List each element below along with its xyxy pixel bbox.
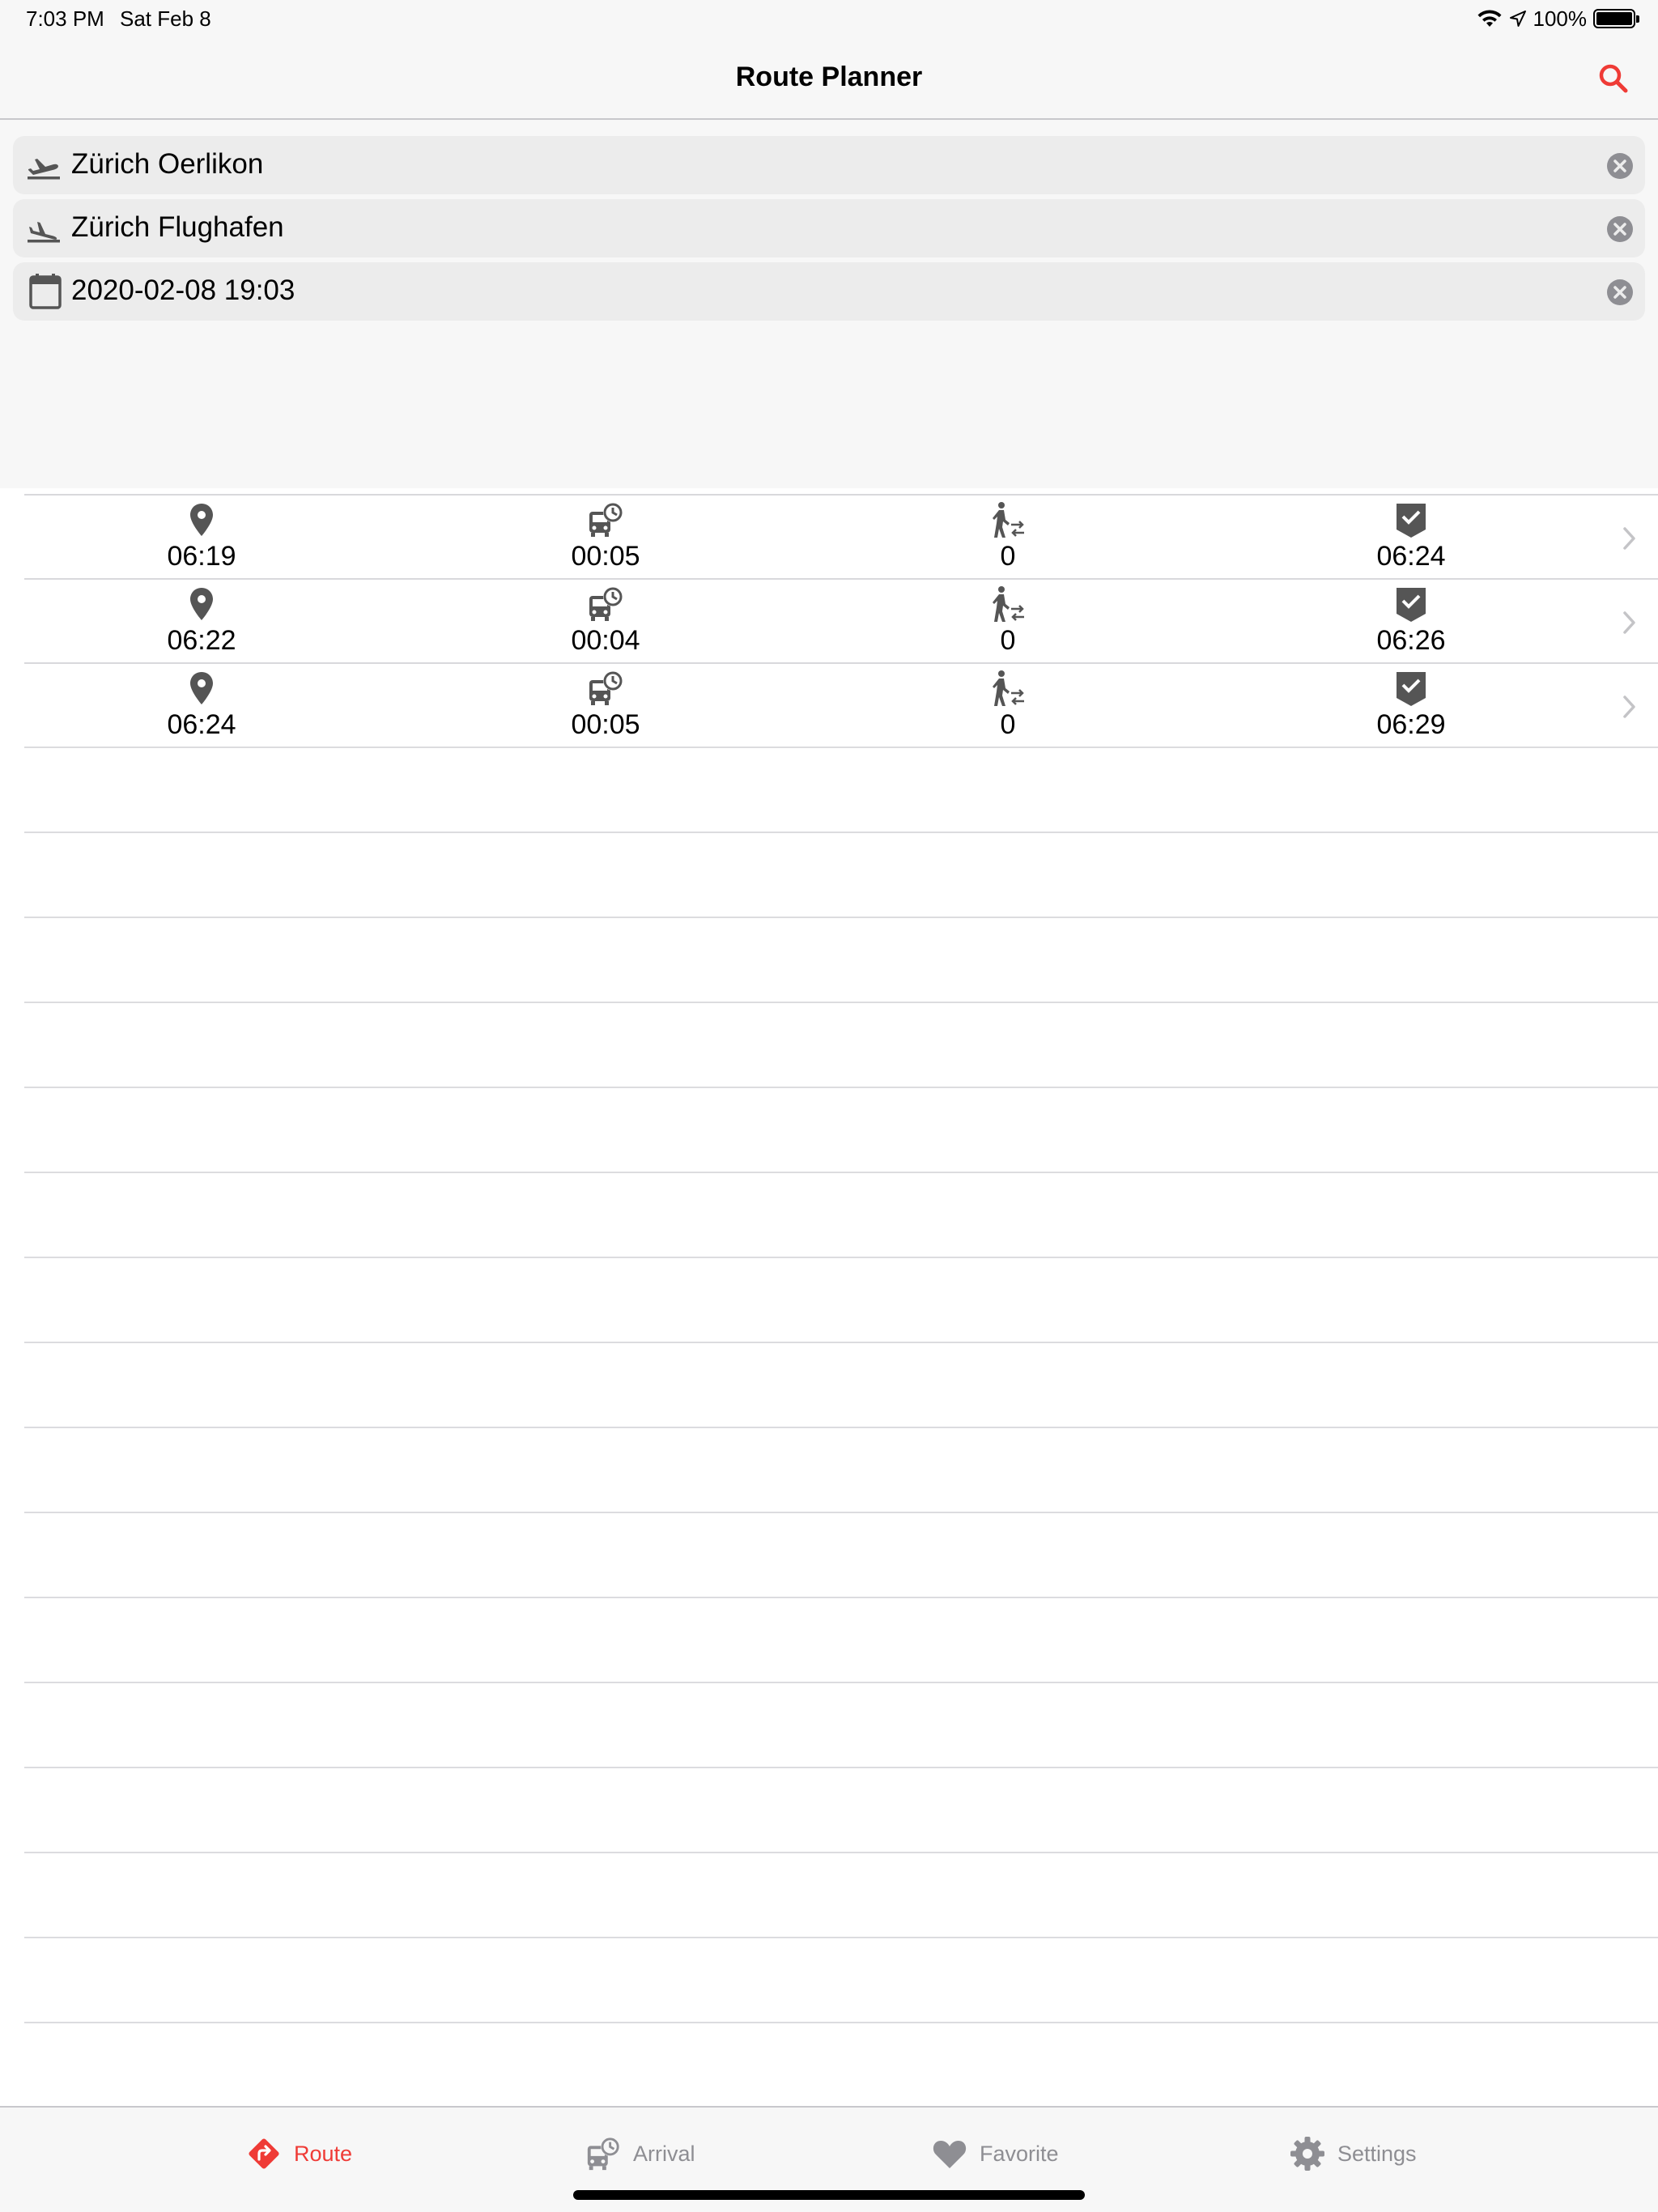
search-panel: Zürich Oerlikon Zürich Flughafen 2020-02… [0,120,1658,488]
battery-icon [1593,9,1639,28]
empty-row [24,1682,1658,1766]
empty-row [24,1937,1658,2021]
battery-percent: 100% [1533,6,1588,31]
bus-clock-icon [589,503,623,537]
departure-time: 06:22 [167,625,236,656]
empty-row [24,2022,1658,2106]
tab-favorite-label: Favorite [980,2141,1059,2166]
datetime-field[interactable]: 2020-02-08 19:03 [13,262,1645,321]
trip-duration: 00:05 [571,709,640,740]
empty-row [24,832,1658,916]
flight-takeoff-icon [28,159,60,180]
empty-row [24,1427,1658,1511]
empty-row [24,747,1658,831]
empty-row [24,917,1658,1001]
trip-duration: 00:05 [571,541,640,572]
tab-favorite[interactable]: Favorite [931,2133,1059,2174]
status-time: 7:03 PM [26,6,104,31]
transfer-count: 0 [1000,541,1016,572]
arrival-time: 06:24 [1376,541,1446,572]
arrival-time: 06:26 [1376,625,1446,656]
clear-datetime-icon[interactable] [1606,279,1634,306]
transfers-cell: 0 [911,500,1105,572]
tab-arrival[interactable]: Arrival [585,2133,695,2174]
duration-cell: 00:05 [508,500,703,572]
chevron-right-icon [1623,696,1635,718]
status-bar: 7:03 PM Sat Feb 8 100% [0,0,1658,39]
arrival-check-icon [1397,672,1426,706]
arrival-cell: 06:24 [1314,500,1508,572]
connection-row[interactable]: 06:22 00:04 0 06:26 [24,578,1658,662]
navigation-bar: Route Planner [0,39,1658,120]
map-pin-icon [190,672,213,704]
bus-clock-icon [589,671,623,705]
empty-row [24,1852,1658,1936]
departure-cell: 06:19 [104,500,299,572]
tab-settings-label: Settings [1337,2141,1417,2166]
departure-cell: 06:24 [104,669,299,741]
duration-cell: 00:05 [508,669,703,741]
tab-route[interactable]: Route [245,2133,352,2174]
heart-icon [933,2141,967,2168]
tab-arrival-label: Arrival [633,2141,695,2166]
wifi-icon [1477,10,1501,27]
bus-clock-icon [589,587,623,621]
departure-time: 06:19 [167,541,236,572]
tab-settings[interactable]: Settings [1289,2133,1417,2174]
empty-row [24,1512,1658,1596]
arrival-cell: 06:29 [1314,669,1508,741]
transfers-cell: 0 [911,669,1105,741]
gear-icon [1290,2137,1324,2171]
transfer-walk-icon [993,670,1024,706]
home-indicator [573,2190,1085,2200]
status-date: Sat Feb 8 [120,6,211,31]
calendar-icon [29,274,62,309]
departure-time: 06:24 [167,709,236,740]
duration-cell: 00:04 [508,585,703,657]
map-pin-icon [190,504,213,536]
tab-route-label: Route [294,2141,353,2166]
flight-landing-icon [28,222,60,243]
transfer-count: 0 [1000,709,1016,740]
arrival-check-icon [1397,588,1426,622]
arrival-cell: 06:26 [1314,585,1508,657]
arrival-time: 06:29 [1376,709,1446,740]
chevron-right-icon [1623,611,1635,634]
connection-row[interactable]: 06:24 00:05 0 06:29 [24,662,1658,747]
bus-clock-icon [587,2137,620,2171]
from-field[interactable]: Zürich Oerlikon [13,136,1645,194]
from-field-value: Zürich Oerlikon [71,148,264,180]
empty-row [24,1087,1658,1171]
transfer-walk-icon [993,502,1024,538]
empty-row [24,1342,1658,1426]
to-field-value: Zürich Flughafen [71,211,284,243]
connection-row[interactable]: 06:19 00:05 0 06:24 [24,494,1658,578]
empty-row [24,1597,1658,1681]
map-pin-icon [190,588,213,620]
empty-row [24,1002,1658,1086]
datetime-field-value: 2020-02-08 19:03 [71,274,295,306]
status-indicators: 100% [1477,5,1639,32]
empty-row [24,1257,1658,1341]
transfers-cell: 0 [911,585,1105,657]
empty-row [24,1767,1658,1851]
location-arrow-icon [1509,11,1526,27]
trip-duration: 00:04 [571,625,640,656]
clear-to-icon[interactable] [1606,215,1634,243]
clear-from-icon[interactable] [1606,152,1634,180]
transfer-count: 0 [1000,625,1016,656]
search-icon[interactable] [1595,60,1634,99]
transfer-walk-icon [993,586,1024,622]
chevron-right-icon [1623,527,1635,550]
route-icon [249,2138,279,2169]
departure-cell: 06:22 [104,585,299,657]
empty-row [24,1172,1658,1256]
arrival-check-icon [1397,504,1426,538]
page-title: Route Planner [735,62,923,92]
to-field[interactable]: Zürich Flughafen [13,199,1645,257]
